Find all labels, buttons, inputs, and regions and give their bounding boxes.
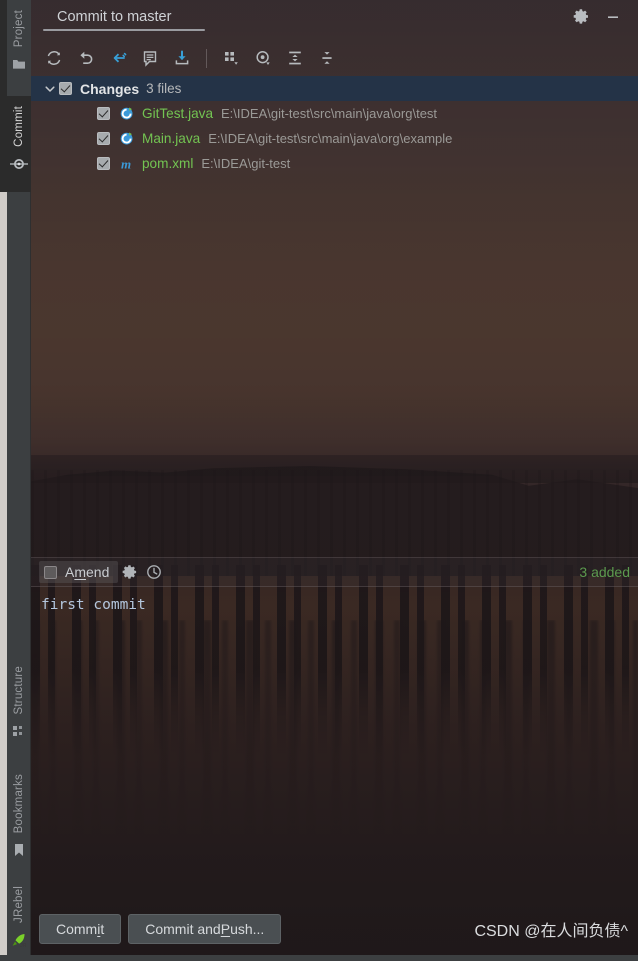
sidebar-item-structure-label: Structure <box>13 666 25 715</box>
sidebar-item-project-label: Project <box>13 10 25 48</box>
svg-text:m: m <box>121 157 131 172</box>
amend-checkbox-group[interactable]: Amend <box>39 561 119 583</box>
file-name: Main.java <box>142 131 201 146</box>
file-checkbox[interactable] <box>97 132 110 145</box>
sidebar-item-bookmarks-label: Bookmarks <box>13 774 25 834</box>
gear-icon[interactable] <box>572 8 590 26</box>
commit-message-input[interactable]: first commit <box>41 596 628 614</box>
svg-text:JR: JR <box>20 943 27 948</box>
sidebar-item-jrebel-label: JRebel <box>13 886 25 923</box>
watermark: CSDN @在人间负债^ <box>474 923 628 940</box>
changes-group-checkbox[interactable] <box>59 82 72 95</box>
changes-tree: Changes 3 files GitTest.java E:\IDEA\git… <box>31 76 638 176</box>
file-checkbox[interactable] <box>97 157 110 170</box>
commit-and-push-button[interactable]: Commit and Push... <box>128 914 282 944</box>
chevron-down-icon[interactable] <box>41 80 59 98</box>
show-diff-icon[interactable] <box>135 44 165 72</box>
refresh-changes-icon[interactable] <box>39 44 69 72</box>
changes-group-count: 3 files <box>146 81 182 96</box>
file-path: E:\IDEA\git-test <box>201 156 291 171</box>
collapse-all-icon[interactable] <box>312 44 342 72</box>
file-path: E:\IDEA\git-test\src\main\java\org\test <box>221 106 438 121</box>
commit-button-bar: Comm i t Commit and Push... CSDN @在人间负债^ <box>31 905 638 953</box>
update-project-icon[interactable] <box>167 44 197 72</box>
amend-bar: Amend 3 added <box>31 557 638 587</box>
commit-message-area[interactable]: first commit <box>31 588 638 900</box>
sidebar-item-bookmarks[interactable]: Bookmarks <box>7 768 31 861</box>
sidebar-item-project[interactable]: Project <box>7 4 31 75</box>
table-row[interactable]: Main.java E:\IDEA\git-test\src\main\java… <box>31 126 638 151</box>
sidebar-item-jrebel[interactable]: JRebel JR <box>7 880 31 951</box>
sidebar-item-commit-label: Commit <box>13 106 25 147</box>
commit-options-gear-icon[interactable] <box>118 562 142 582</box>
amend-label: Amend <box>65 564 110 580</box>
title-bar-actions <box>572 8 638 26</box>
page-title: Commit to master <box>57 8 172 25</box>
commit-panel: Commit to master Changes 3 files GitTest… <box>31 0 638 961</box>
maven-icon: m <box>118 155 137 172</box>
preview-diff-icon[interactable] <box>248 44 278 72</box>
jrebel-icon: JR <box>7 929 31 951</box>
added-count-badge: 3 added <box>579 564 630 580</box>
rail-scrollbar-top-gap <box>0 0 7 192</box>
shelve-silently-icon[interactable] <box>103 44 133 72</box>
rollback-icon[interactable] <box>71 44 101 72</box>
changes-group-label: Changes <box>80 80 140 97</box>
file-name: GitTest.java <box>142 106 214 121</box>
commit-tool-window: Project Commit Structure Bookmarks JRebe… <box>0 0 638 961</box>
clock-icon[interactable] <box>142 562 166 582</box>
expand-all-icon[interactable] <box>280 44 310 72</box>
file-checkbox[interactable] <box>97 107 110 120</box>
title-bar: Commit to master <box>31 0 638 33</box>
commit-toolbar <box>31 42 638 74</box>
bookmark-icon <box>7 839 31 861</box>
changes-group-row[interactable]: Changes 3 files <box>31 76 638 101</box>
tab-active-indicator <box>43 28 205 31</box>
file-name: pom.xml <box>142 156 194 171</box>
java-class-icon <box>118 130 137 147</box>
file-path: E:\IDEA\git-test\src\main\java\org\examp… <box>208 131 453 146</box>
toolbar-separator <box>206 48 207 68</box>
java-class-icon <box>118 105 137 122</box>
window-bottom-edge <box>0 955 638 961</box>
amend-checkbox[interactable] <box>44 565 57 579</box>
table-row[interactable]: m pom.xml E:\IDEA\git-test <box>31 151 638 176</box>
sidebar-item-commit[interactable]: Commit <box>7 100 31 175</box>
left-tool-rail: Project Commit Structure Bookmarks JRebe… <box>0 0 31 961</box>
sidebar-item-structure[interactable]: Structure <box>7 660 31 742</box>
group-by-icon[interactable] <box>216 44 246 72</box>
table-row[interactable]: GitTest.java E:\IDEA\git-test\src\main\j… <box>31 101 638 126</box>
folder-icon <box>7 53 31 75</box>
commit-node-icon <box>7 153 31 175</box>
structure-icon <box>7 720 31 742</box>
minimize-icon[interactable] <box>604 8 622 26</box>
commit-button[interactable]: Comm i t <box>39 914 122 944</box>
